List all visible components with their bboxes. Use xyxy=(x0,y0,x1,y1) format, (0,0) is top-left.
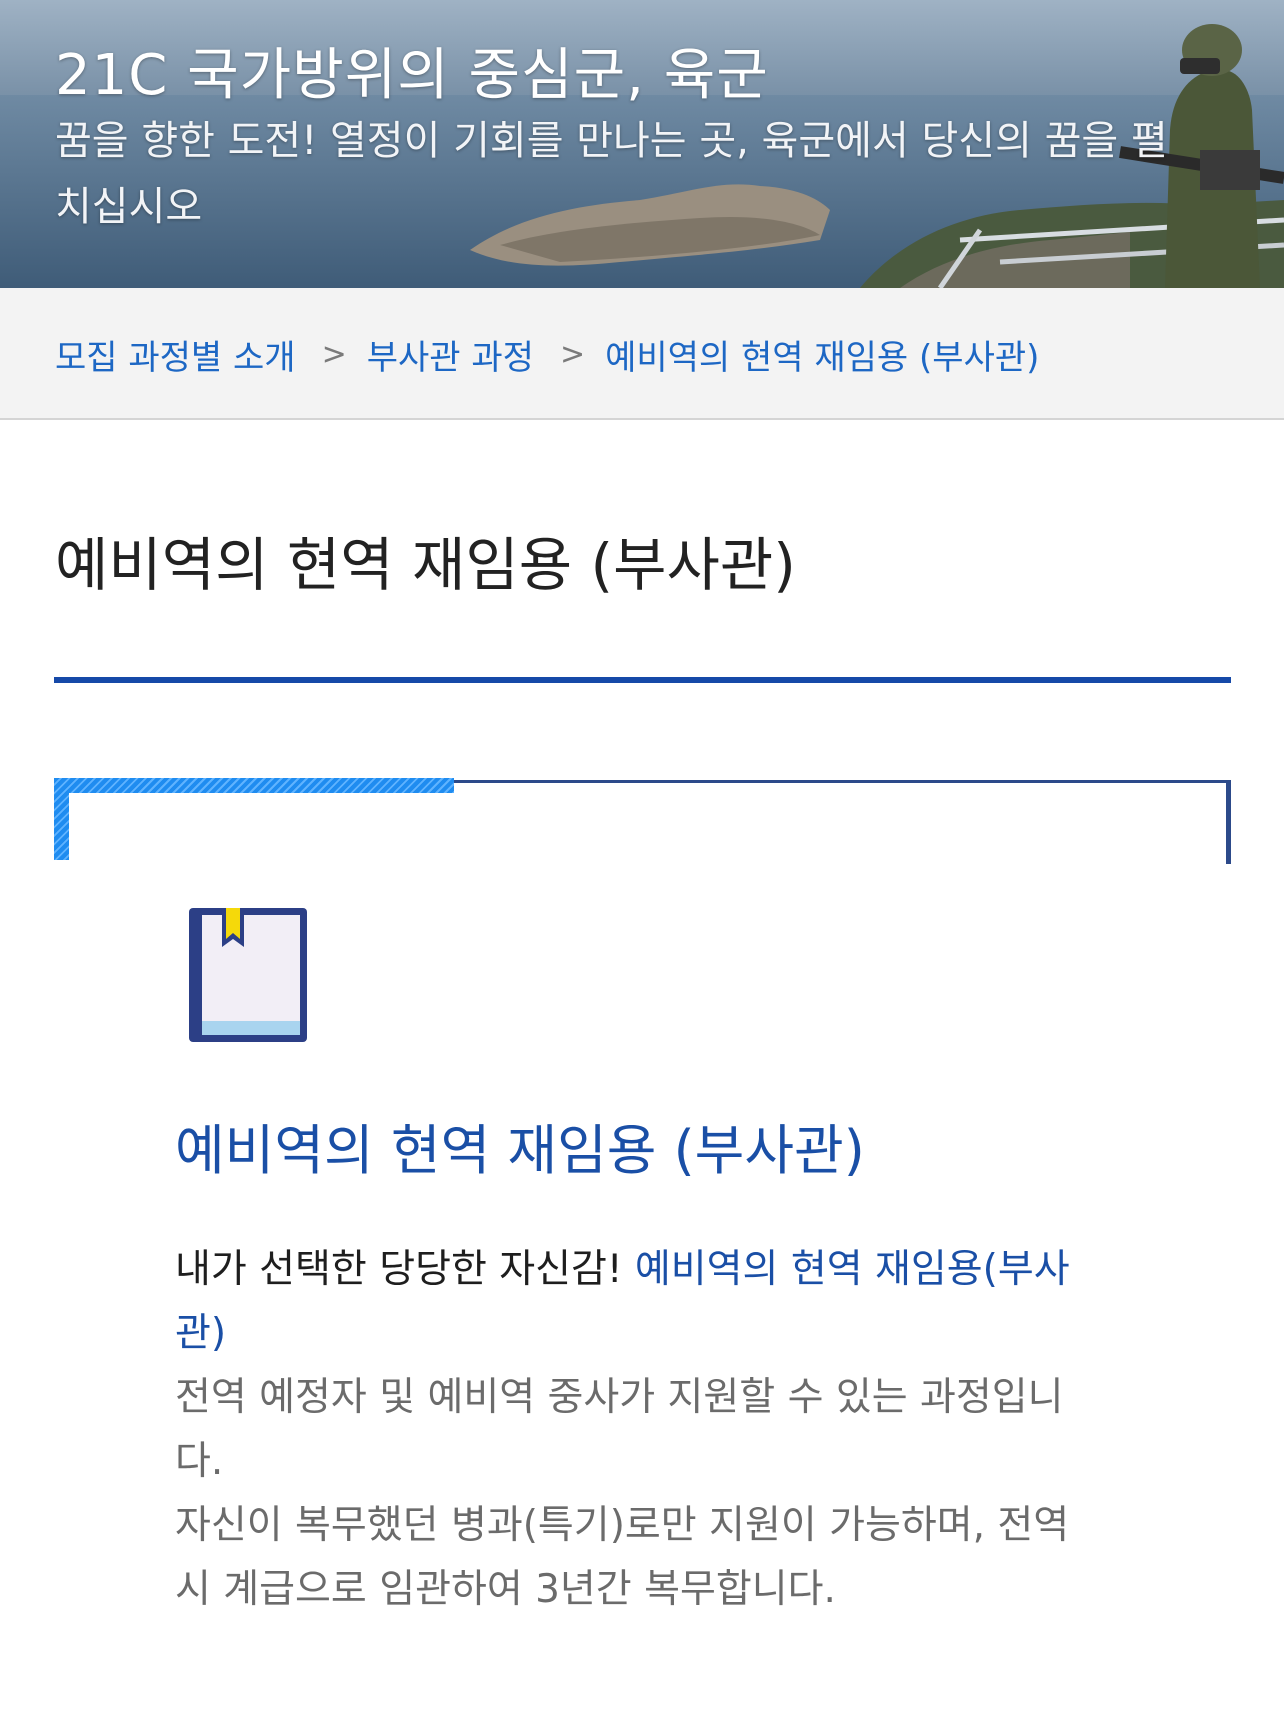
description-lead: 내가 선택한 당당한 자신감! xyxy=(175,1247,635,1292)
hero-subtitle: 꿈을 향한 도전! 열정이 기회를 만나는 곳, 육군에서 당신의 꿈을 펼치십… xyxy=(55,118,1168,230)
breadcrumb-list: 모집 과정별 소개 > 부사관 과정 > 예비역의 현역 재임용 (부사관) xyxy=(55,330,1039,379)
title-divider xyxy=(54,677,1231,683)
card-frame-right xyxy=(1226,780,1231,864)
hero-banner: 21C 국가방위의 중심군, 육군 꿈을 향한 도전! 열정이 기회를 만나는 … xyxy=(0,0,1284,288)
card-description: 내가 선택한 당당한 자신감! 예비역의 현역 재임용(부사관) 전역 예정자 … xyxy=(175,1238,1095,1622)
description-line-eligibility: 전역 예정자 및 예비역 중사가 지원할 수 있는 과정입니다. xyxy=(175,1375,1064,1484)
breadcrumb-item-nco-course[interactable]: 부사관 과정 xyxy=(367,330,534,379)
breadcrumb-item-current[interactable]: 예비역의 현역 재임용 (부사관) xyxy=(605,330,1039,379)
chevron-right-icon: > xyxy=(559,337,586,372)
breadcrumb-item-recruitment[interactable]: 모집 과정별 소개 xyxy=(55,330,296,379)
card-frame-left xyxy=(54,778,69,860)
chevron-right-icon: > xyxy=(321,337,347,372)
description-line-service: 자신이 복무했던 병과(특기)로만 지원이 가능하며, 전역시 계급으로 임관하… xyxy=(175,1503,1070,1612)
card-frame-accent xyxy=(54,778,454,793)
card-title: 예비역의 현역 재임용 (부사관) xyxy=(175,1119,865,1182)
page-title: 예비역의 현역 재임용 (부사관) xyxy=(55,531,796,599)
breadcrumb: 모집 과정별 소개 > 부사관 과정 > 예비역의 현역 재임용 (부사관) xyxy=(0,288,1284,420)
hero-title: 21C 국가방위의 중심군, 육군 xyxy=(55,43,769,108)
book-icon xyxy=(189,908,307,1042)
